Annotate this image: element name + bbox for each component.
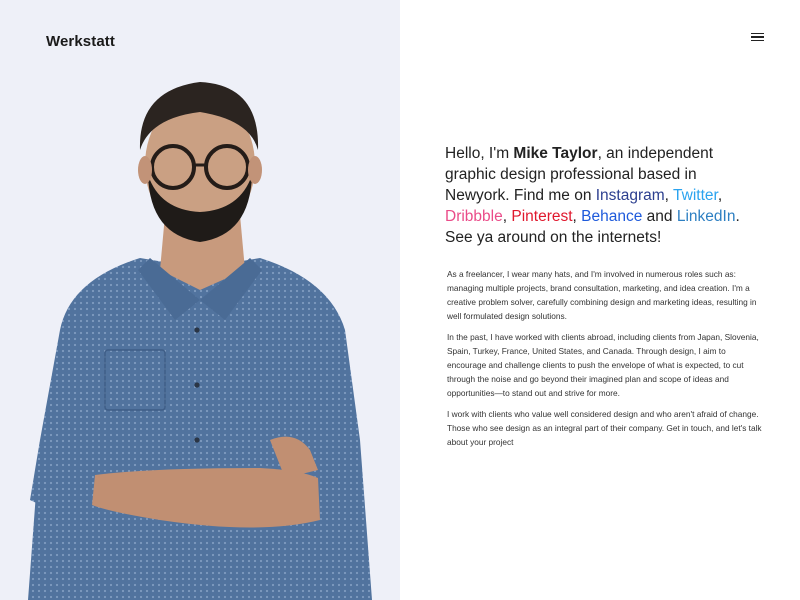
- bio-paragraph: In the past, I have worked with clients …: [447, 332, 759, 398]
- intro-separator: ,: [717, 187, 723, 204]
- intro-text: Hello, I'm Mike Taylor, an independent g…: [445, 143, 765, 248]
- behance-link[interactable]: Behance: [581, 208, 642, 225]
- linkedin-link[interactable]: LinkedIn: [677, 208, 736, 225]
- hamburger-menu-icon[interactable]: [748, 30, 766, 44]
- dribbble-link[interactable]: Dribbble: [445, 208, 503, 225]
- bio-section: As a freelancer, I wear many hats, and I…: [447, 267, 765, 456]
- brand-logo[interactable]: Werkstatt: [46, 33, 115, 50]
- intro-greeting: Hello, I'm: [445, 145, 514, 162]
- intro-separator: and: [642, 208, 677, 225]
- bio-paragraph: As a freelancer, I wear many hats, and I…: [447, 269, 757, 321]
- twitter-link[interactable]: Twitter: [673, 187, 718, 204]
- portrait-panel: [0, 0, 400, 600]
- intro-name: Mike Taylor: [513, 145, 598, 162]
- intro-separator: ,: [572, 208, 577, 225]
- intro-separator: ,: [664, 187, 674, 204]
- bio-paragraph: I work with clients who value well consi…: [447, 409, 762, 447]
- pinterest-link[interactable]: Pinterest: [511, 208, 572, 225]
- instagram-link[interactable]: Instagram: [596, 187, 665, 204]
- portrait-photo: [28, 82, 372, 600]
